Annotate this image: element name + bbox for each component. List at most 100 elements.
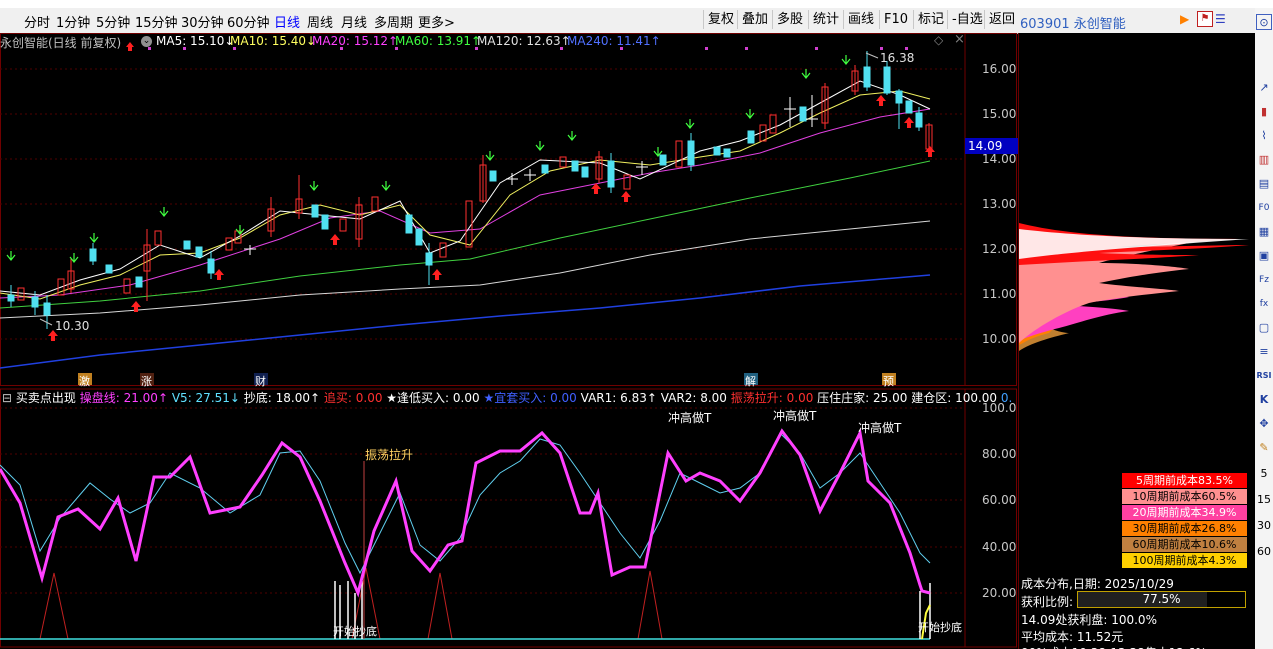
ma5-label: MA5: 15.10↓: [156, 34, 234, 48]
period-5-button[interactable]: 5: [1256, 466, 1272, 482]
current-price-label: 14.09: [968, 139, 1003, 153]
ma120-value: MA120: 12.63↑: [477, 34, 571, 48]
flag-icon[interactable]: ⚑: [1197, 11, 1213, 27]
buy-arrows: [48, 42, 935, 341]
period-daily[interactable]: 日线: [274, 12, 300, 31]
cross-icon[interactable]: ✥: [1256, 416, 1272, 432]
event-marker-yu[interactable]: 预: [883, 373, 894, 389]
doc-icon[interactable]: ▤: [1256, 176, 1272, 192]
bar-chart-icon[interactable]: ▮: [1256, 104, 1272, 120]
price-tick-13: 13.00: [982, 197, 1017, 211]
legend-30: 30周期前成本26.8%: [1122, 521, 1247, 536]
ind-var1: VAR1: 6.83↑: [580, 391, 657, 405]
sub-grid: [0, 407, 965, 594]
event-marker-cai[interactable]: 财: [255, 373, 266, 389]
grid-icon[interactable]: ▦: [1256, 224, 1272, 240]
bottom-spikes: [334, 581, 931, 639]
f10-button[interactable]: F10: [879, 10, 912, 29]
list-icon[interactable]: ≡: [1256, 344, 1272, 360]
price-tick-12: 12.00: [982, 242, 1017, 256]
period-toolbar: 分时 1分钟 5分钟 15分钟 30分钟 60分钟 日线 周线 月线 多周期 更…: [0, 8, 1273, 34]
caopan-line: [0, 428, 931, 598]
mark-button[interactable]: 标记: [913, 10, 948, 29]
period-weekly[interactable]: 周线: [307, 12, 333, 31]
period-multi[interactable]: 多周期: [374, 12, 413, 31]
chart-small-icon[interactable]: ▣: [1256, 248, 1272, 264]
sub-collapse-icon[interactable]: ⊟: [2, 391, 12, 405]
legend-10: 10周期前成本60.5%: [1122, 489, 1247, 504]
annotation-chonggao-3: 冲高做T: [858, 421, 902, 435]
f10-icon[interactable]: F0: [1256, 200, 1272, 216]
period-more[interactable]: 更多>: [418, 12, 455, 31]
period-1min[interactable]: 1分钟: [56, 12, 90, 31]
signal-icon[interactable]: ▶: [1180, 12, 1194, 26]
title-strip: [0, 0, 1273, 8]
main-grid: [0, 68, 965, 340]
period-60-button[interactable]: 60: [1256, 544, 1272, 560]
ind-v5: V5: 27.51↓: [171, 391, 240, 405]
period-60min[interactable]: 60分钟: [227, 12, 270, 31]
ma120-line: [0, 220, 931, 319]
line-chart-icon[interactable]: ⌇: [1256, 128, 1272, 144]
fx-icon[interactable]: fx: [1256, 296, 1272, 312]
tool-icon-bar: ⊙ ↗ ▮ ⌇ ▥ ▤ F0 ▦ ▣ Fz fx ▢ ≡ RSI K ✥ ✎ 5…: [1255, 8, 1273, 649]
period-15-button[interactable]: 15: [1256, 492, 1272, 508]
annotation-chonggao-2: 冲高做T: [773, 409, 817, 423]
kline-svg: [0, 33, 1018, 648]
high-price-label: 16.38: [880, 51, 915, 65]
rsi-icon[interactable]: RSI: [1256, 368, 1272, 384]
event-marker-zhang[interactable]: 涨: [141, 373, 152, 389]
ma60-value: MA60: 13.91↑: [395, 34, 482, 48]
ind-zhuimai: 追买: 0.00: [323, 391, 383, 405]
stats-button[interactable]: 统计: [808, 10, 843, 29]
adjust-button[interactable]: 复权: [703, 10, 738, 29]
overlay-button[interactable]: 叠加: [737, 10, 772, 29]
price-tick-16: 16.00: [982, 62, 1017, 76]
price-tick-15: 15.00: [982, 107, 1017, 121]
sub-tick-100: 100.0: [982, 401, 1017, 415]
draw-button[interactable]: 画线: [843, 10, 878, 29]
multi-stock-button[interactable]: 多股: [772, 10, 807, 29]
column-icon[interactable]: ▥: [1256, 152, 1272, 168]
period-5min[interactable]: 5分钟: [96, 12, 130, 31]
ma120-label: MA120: 12.63↑: [477, 34, 571, 48]
ind-var2: VAR2: 8.00: [660, 391, 727, 405]
price-tick-14: 14.00: [982, 152, 1017, 166]
low-pointer: [39, 318, 53, 326]
legend-60: 60周期前成本10.6%: [1122, 537, 1247, 552]
event-marker-ji[interactable]: 激: [79, 373, 90, 389]
square-icon[interactable]: ▢: [1256, 320, 1272, 336]
stock-code-name: 603901 永创智能: [1020, 17, 1126, 32]
ma240-label: MA240: 11.41↑: [567, 34, 661, 48]
period-30-button[interactable]: 30: [1256, 518, 1272, 534]
period-15min[interactable]: 15分钟: [135, 12, 178, 31]
profit-bar: 77.5%: [1077, 591, 1246, 608]
legend-100: 100周期前成本4.3%: [1122, 553, 1247, 568]
fz-icon[interactable]: Fz: [1256, 272, 1272, 288]
period-fenshi[interactable]: 分时: [24, 12, 50, 31]
legend-20: 20周期前成本34.9%: [1122, 505, 1247, 520]
ind-yazhu: 压住庄家: 25.00: [817, 391, 908, 405]
self-select-button[interactable]: -自选: [947, 10, 987, 29]
close-icon[interactable]: ×: [954, 32, 965, 47]
annotation-chaodi-1: 开始抄底: [333, 625, 377, 638]
profit-at-price: 14.09处获利盘: 100.0%: [1021, 613, 1157, 627]
low-price-label: 10.30: [55, 319, 90, 333]
k-icon[interactable]: K: [1256, 392, 1272, 408]
diamond-icon[interactable]: ◇: [934, 33, 943, 47]
period-30min[interactable]: 30分钟: [181, 12, 224, 31]
ind-caopan: 操盘线: 21.00↑: [79, 391, 169, 405]
ma20-label: MA20: 15.12↑: [312, 34, 398, 48]
event-marker-jie[interactable]: 解: [745, 373, 756, 389]
collapse-icon[interactable]: ⌄: [141, 36, 152, 47]
period-monthly[interactable]: 月线: [341, 12, 367, 31]
home-icon[interactable]: ⊙: [1256, 14, 1272, 30]
profit-label: 获利比例:: [1021, 595, 1074, 609]
kline-chart-area[interactable]: 永创智能(日线 前复权) ⌄ MA5: 15.10↓ MA10: 15.40↓ …: [0, 32, 1018, 649]
list-view-icon[interactable]: ☰: [1215, 12, 1229, 26]
trend-icon[interactable]: ↗: [1256, 80, 1272, 96]
sell-arrows: [6, 55, 851, 263]
back-button[interactable]: 返回: [984, 10, 1019, 29]
legend-5: 5周期前成本83.5%: [1122, 473, 1247, 488]
pen-icon[interactable]: ✎: [1256, 440, 1272, 456]
